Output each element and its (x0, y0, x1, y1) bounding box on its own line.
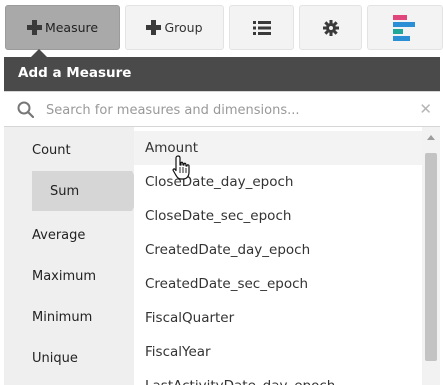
field-fiscalyear[interactable]: FiscalYear (134, 335, 422, 369)
aggregate-label: Average (32, 227, 86, 243)
scrollbar[interactable] (422, 127, 440, 385)
field-lastactivitydate-day-epoch[interactable]: LastActivityDate_day_epoch (134, 369, 422, 385)
scroll-up-arrow-icon[interactable] (427, 135, 435, 140)
aggregate-label: Maximum (32, 268, 97, 284)
add-group-label: Group (164, 20, 203, 35)
list-icon (252, 20, 271, 35)
search-input[interactable] (44, 99, 398, 121)
aggregate-maximum[interactable]: Maximum (4, 256, 134, 296)
close-icon[interactable]: ✕ (419, 100, 432, 118)
plus-icon (26, 20, 42, 35)
aggregate-sum[interactable]: Sum (32, 171, 142, 211)
aggregate-label: Count (32, 142, 71, 158)
add-measure-button[interactable]: Measure (5, 5, 120, 50)
hand-pointer-cursor-icon (172, 155, 190, 180)
plus-icon (146, 20, 162, 35)
aggregate-count[interactable]: Count (4, 130, 134, 170)
aggregate-label: Sum (50, 183, 80, 199)
settings-button[interactable] (299, 5, 362, 50)
gear-icon (322, 19, 339, 36)
search-icon (17, 101, 34, 118)
panel-title: Add a Measure (18, 65, 132, 81)
add-group-button[interactable]: Group (125, 5, 224, 50)
aggregate-average[interactable]: Average (4, 215, 134, 255)
field-closedate-sec-epoch[interactable]: CloseDate_sec_epoch (134, 199, 422, 233)
toolbar: Measure Group (0, 0, 443, 55)
aggregate-label: Unique (32, 350, 78, 366)
aggregate-label: Minimum (32, 309, 93, 325)
field-fiscalquarter[interactable]: FiscalQuarter (134, 301, 422, 335)
add-measure-label: Measure (44, 20, 99, 35)
field-createddate-day-epoch[interactable]: CreatedDate_day_epoch (134, 233, 422, 267)
add-measure-popover: Add a Measure ✕ Count Sum Average Maximu… (4, 57, 440, 385)
aggregate-list: Count Sum Average Maximum Minimum Unique (4, 127, 142, 385)
field-createddate-sec-epoch[interactable]: CreatedDate_sec_epoch (134, 267, 422, 301)
bar-chart-icon (393, 14, 415, 41)
aggregate-unique[interactable]: Unique (4, 338, 134, 378)
chart-type-button[interactable] (367, 5, 443, 50)
scrollbar-thumb[interactable] (425, 153, 437, 361)
search-bar: ✕ (4, 91, 440, 127)
aggregate-minimum[interactable]: Minimum (4, 297, 134, 337)
list-view-button[interactable] (229, 5, 294, 50)
